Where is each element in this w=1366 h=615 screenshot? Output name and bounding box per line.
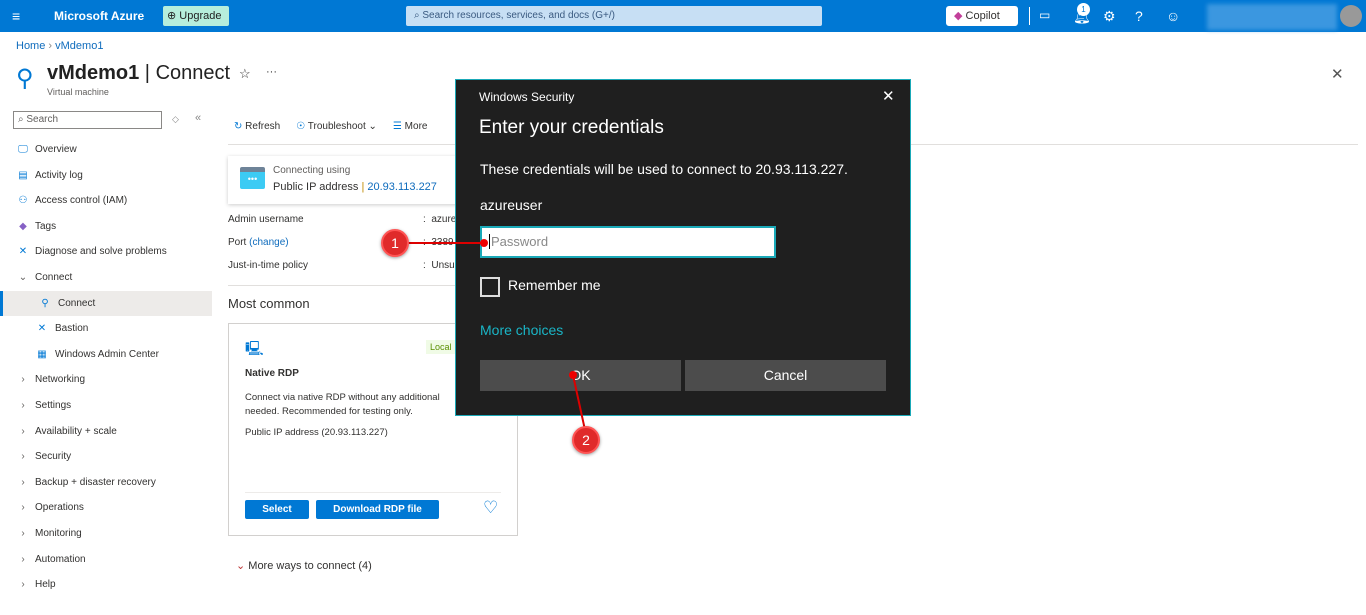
annotation-dot-1 [480, 239, 488, 247]
annotation-marker-1: 1 [381, 229, 409, 257]
annotation-dot-2 [569, 371, 577, 379]
annotation-line-2 [572, 374, 586, 431]
annotation-lines [408, 239, 586, 431]
annotation-marker-2: 2 [572, 426, 600, 454]
